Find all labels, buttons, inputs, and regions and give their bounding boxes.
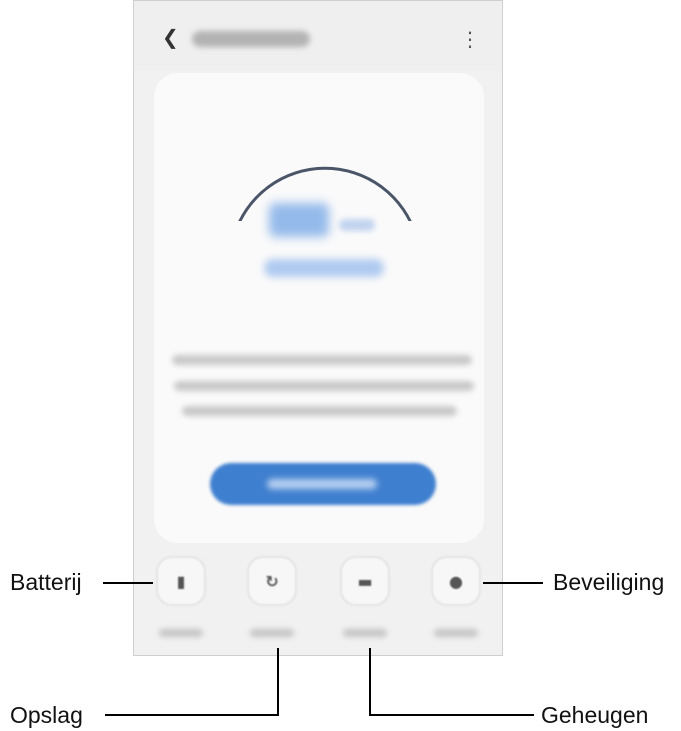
storage-tile[interactable]: ↻ [247, 556, 297, 606]
storage-icon: ↻ [265, 571, 279, 591]
callout-battery-label: Batterij [10, 569, 82, 595]
callout-memory-label: Geheugen [541, 702, 649, 728]
battery-tile[interactable]: ▮ [156, 556, 206, 606]
security-tile-label [434, 629, 478, 637]
phone-screenshot: ❮ ⋮ ▮ ↻ ▬ ● [133, 0, 503, 656]
back-icon[interactable]: ❮ [162, 25, 179, 49]
status-text [264, 259, 384, 277]
description-line [174, 381, 474, 391]
score-gauge [238, 166, 412, 221]
callout-storage-line-h [105, 714, 279, 716]
callout-memory-line-v [369, 648, 371, 716]
memory-tile[interactable]: ▬ [340, 556, 390, 606]
app-bar [134, 1, 502, 71]
score-unit [339, 219, 375, 231]
callout-security-line [483, 582, 543, 584]
page-title [192, 31, 310, 47]
description-line [182, 406, 457, 416]
description-line [172, 355, 472, 365]
storage-tile-label [250, 629, 294, 637]
callout-security-label: Beveiliging [553, 569, 665, 595]
memory-tile-label [343, 629, 387, 637]
score-value [269, 203, 329, 237]
shield-icon: ● [449, 571, 463, 591]
optimize-now-label [267, 479, 377, 489]
callout-battery-line [103, 582, 153, 584]
battery-tile-label [159, 629, 203, 637]
callout-storage-line-v [277, 648, 279, 716]
memory-icon: ▬ [357, 571, 373, 591]
battery-icon: ▮ [176, 571, 186, 591]
optimize-now-button[interactable] [210, 463, 436, 505]
callout-memory-line-h [369, 714, 534, 716]
callout-storage-label: Opslag [10, 702, 83, 728]
security-tile[interactable]: ● [431, 556, 481, 606]
more-options-icon[interactable]: ⋮ [460, 27, 480, 51]
